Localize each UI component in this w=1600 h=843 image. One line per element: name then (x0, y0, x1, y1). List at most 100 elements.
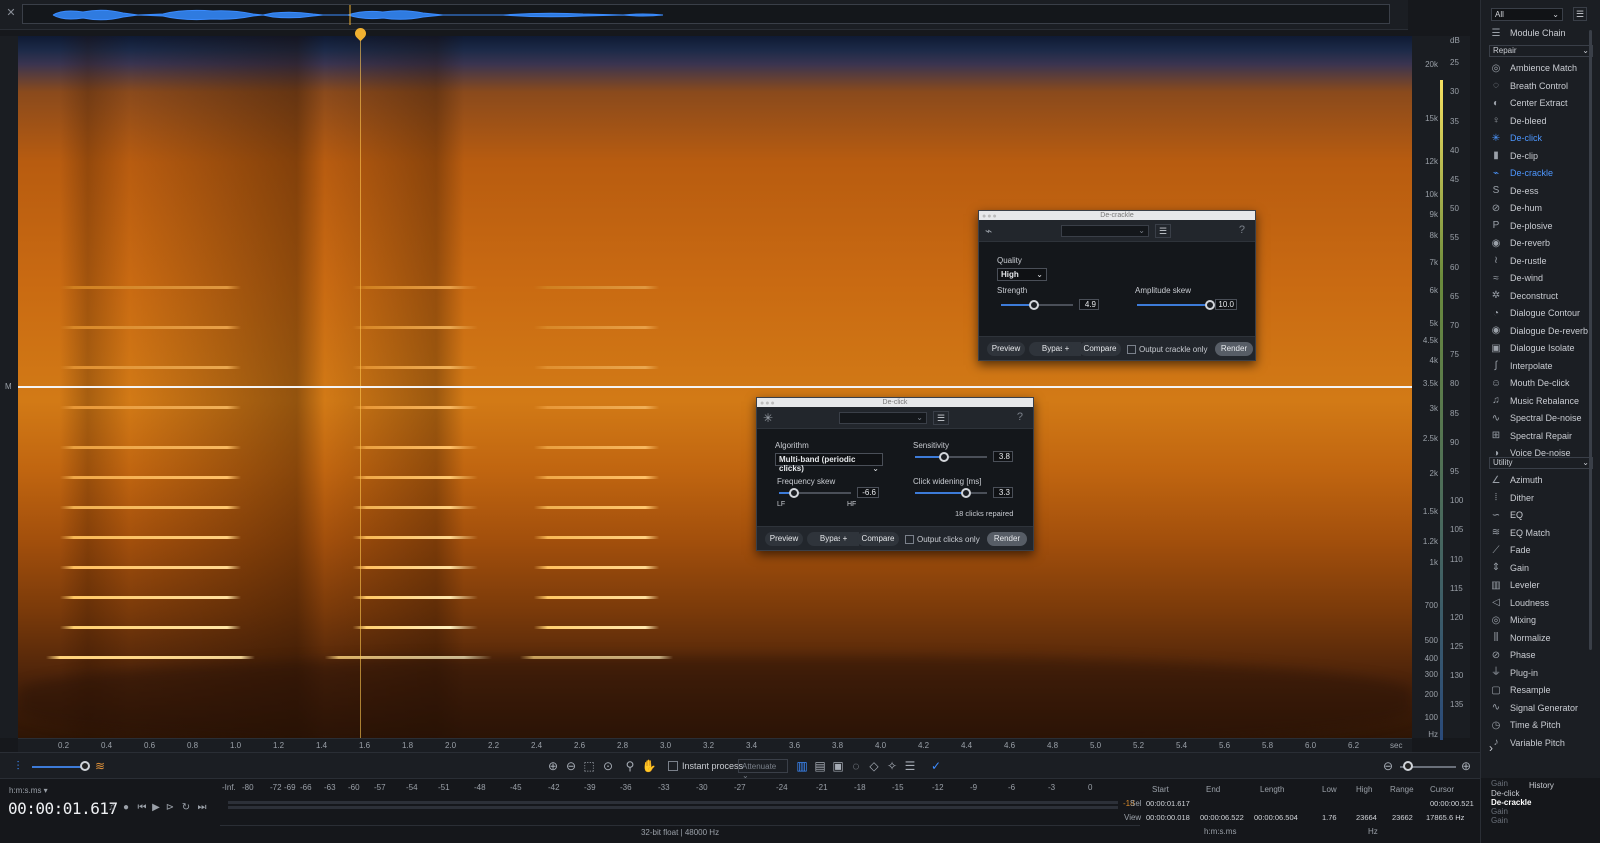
module-item-leveler[interactable]: ▥ Leveler (1489, 577, 1593, 594)
headphones-icon[interactable]: ♫ (106, 802, 118, 814)
module-item-decrackle[interactable]: ⌁ De-crackle (1489, 165, 1593, 182)
zoom-full-icon[interactable]: ⊙ (600, 758, 616, 774)
repair-section-header[interactable]: Repair ⌄ (1489, 45, 1593, 57)
render-button[interactable]: Render (1215, 342, 1253, 356)
timecode-format-dropdown[interactable]: h:m:s.ms ▾ (9, 786, 48, 795)
waveform-overview[interactable]: ✕ (0, 0, 1408, 30)
end-icon[interactable]: ⏭ (196, 802, 208, 814)
module-item-dialogue-contour[interactable]: ◔ Dialogue Contour (1489, 305, 1593, 322)
module-item-eq[interactable]: ∽ EQ (1489, 507, 1593, 524)
zoom-out-icon[interactable]: ⊖ (563, 758, 579, 774)
frequency-selection-line[interactable] (18, 386, 1412, 388)
lasso-icon[interactable]: ◌ (848, 758, 864, 774)
help-icon[interactable]: ? (1239, 224, 1245, 236)
view-high-value[interactable]: 23664 (1356, 813, 1377, 822)
preview-button[interactable]: Preview (765, 532, 803, 546)
module-item-mouth-declick[interactable]: ☺ Mouth De-click (1489, 375, 1593, 392)
preview-button[interactable]: Preview (987, 342, 1025, 356)
quality-dropdown[interactable]: High ⌄ (997, 268, 1047, 281)
strength-value[interactable]: 4.9 (1079, 299, 1099, 310)
time-ruler[interactable]: 0.2 0.4 0.6 0.8 1.0 1.2 1.4 1.6 1.8 2.0 … (18, 738, 1412, 752)
module-item-ambience[interactable]: ◎ Ambience Match (1489, 60, 1593, 77)
waveform-view-icon[interactable]: ⫶ (10, 758, 26, 774)
help-icon[interactable]: ? (1017, 411, 1023, 423)
preset-menu-icon[interactable]: ☰ (1155, 224, 1171, 238)
module-item-deconstruct[interactable]: ✲ Deconstruct (1489, 288, 1593, 305)
blend-slider-knob[interactable] (80, 761, 90, 771)
magic-wand-icon[interactable]: ✧ (884, 758, 900, 774)
module-item-gain[interactable]: ⇕ Gain (1489, 560, 1593, 577)
module-item-deplosive[interactable]: P De-plosive (1489, 218, 1593, 235)
sensitivity-value[interactable]: 3.8 (993, 451, 1013, 462)
brush-icon[interactable]: ◇ (866, 758, 882, 774)
module-item-center[interactable]: ◐ Center Extract (1489, 95, 1593, 112)
frequency-skew-slider[interactable] (779, 488, 851, 498)
module-item-plugin[interactable]: ⏚ Plug-in (1489, 665, 1593, 682)
bypass-button[interactable]: Bypass (1029, 342, 1081, 356)
module-item-azimuth[interactable]: ∠ Azimuth (1489, 472, 1593, 489)
module-item-dialogue-dereverb[interactable]: ◉ Dialogue De-reverb (1489, 323, 1593, 340)
panel-menu-icon[interactable]: ☰ (1573, 7, 1587, 21)
amplitude-skew-slider[interactable] (1137, 300, 1215, 310)
spectrogram-view-icon[interactable]: ≋ (92, 758, 108, 774)
compare-button[interactable]: Compare (857, 532, 899, 546)
frequency-axis[interactable]: 20k 15k 12k 10k 9k 8k 7k 6k 5k 4.5k 4k 3… (1412, 36, 1442, 739)
module-item-music-rebalance[interactable]: ♫ Music Rebalance (1489, 393, 1593, 410)
algorithm-dropdown[interactable]: Multi-band (periodic clicks) ⌄ (775, 453, 883, 473)
zoom-in-horizontal-icon[interactable]: ⊕ (1458, 758, 1474, 774)
history-item[interactable]: De-click (1491, 789, 1519, 798)
module-item-dereverb[interactable]: ◉ De-reverb (1489, 235, 1593, 252)
declick-titlebar[interactable]: ●●● De-click (757, 398, 1033, 407)
strength-knob[interactable] (1029, 300, 1039, 310)
record-icon[interactable]: ● (120, 802, 132, 814)
instant-process-checkbox[interactable] (668, 761, 678, 771)
db-axis[interactable]: dB 25 30 35 40 45 50 55 60 65 70 75 80 8… (1442, 36, 1470, 738)
click-widening-slider[interactable] (915, 488, 987, 498)
hand-tool-icon[interactable]: ✋ (641, 758, 657, 774)
view-range-value[interactable]: 23662 (1392, 813, 1413, 822)
decrackle-window[interactable]: ●●● De-crackle ⌁ ⌄ ☰ ? Quality High ⌄ Stre… (978, 210, 1256, 361)
module-item-dialogue-isolate[interactable]: ▣ Dialogue Isolate (1489, 340, 1593, 357)
module-item-interpolate[interactable]: ∫ Interpolate (1489, 358, 1593, 375)
module-item-spectral-repair[interactable]: ⊞ Spectral Repair (1489, 428, 1593, 445)
view-start-value[interactable]: 00:00:00.018 (1146, 813, 1190, 822)
module-item-eq-match[interactable]: ≋ EQ Match (1489, 525, 1593, 542)
history-item[interactable]: Gain (1491, 816, 1508, 825)
decrackle-titlebar[interactable]: ●●● De-crackle (979, 211, 1255, 220)
find-similar-icon[interactable]: ✓ (928, 758, 944, 774)
click-widening-value[interactable]: 3.3 (993, 487, 1013, 498)
sel-start-value[interactable]: 00:00:01.617 (1146, 799, 1190, 808)
module-item-loudness[interactable]: ◁ Loudness (1489, 595, 1593, 612)
module-item-dither[interactable]: ⦙ Dither (1489, 490, 1593, 507)
preset-menu-icon[interactable]: ☰ (933, 411, 949, 425)
time-frequency-selection-icon[interactable]: ▣ (830, 758, 846, 774)
zoom-in-icon[interactable]: ⊕ (545, 758, 561, 774)
view-end-value[interactable]: 00:00:06.522 (1200, 813, 1244, 822)
module-item-signal-generator[interactable]: ∿ Signal Generator (1489, 700, 1593, 717)
loop-icon[interactable]: ↻ (180, 802, 192, 814)
render-button[interactable]: Render (987, 532, 1027, 546)
overview-track[interactable] (22, 4, 1390, 25)
horizontal-zoom-knob[interactable] (1403, 761, 1413, 771)
play-icon[interactable]: ▶ (150, 802, 162, 814)
module-item-derustle[interactable]: ≀ De-rustle (1489, 253, 1593, 270)
module-item-normalize[interactable]: ⫼ Normalize (1489, 630, 1593, 647)
output-crackle-only-checkbox[interactable] (1127, 345, 1136, 354)
time-selection-icon[interactable]: ▥ (794, 758, 810, 774)
declick-window[interactable]: ●●● De-click ✳ ⌄ ☰ ? Algorithm Multi-band… (756, 397, 1034, 551)
rewind-icon[interactable]: ⏮ (136, 802, 148, 814)
frequency-skew-knob[interactable] (789, 488, 799, 498)
module-item-phase[interactable]: ⊘ Phase (1489, 647, 1593, 664)
zoom-out-horizontal-icon[interactable]: ⊖ (1380, 758, 1396, 774)
module-item-dewind[interactable]: ≈ De-wind (1489, 270, 1593, 287)
strength-slider[interactable] (1001, 300, 1073, 310)
module-item-spectral-denoise[interactable]: ∿ Spectral De-noise (1489, 410, 1593, 427)
attenuate-dropdown[interactable]: Attenuate ⌄ (738, 759, 788, 780)
module-filter-dropdown[interactable]: All ⌄ (1491, 8, 1563, 21)
module-item-breath[interactable]: ◌ Breath Control (1489, 78, 1593, 95)
sensitivity-slider[interactable] (915, 452, 987, 462)
harmonics-icon[interactable]: ☰ (902, 758, 918, 774)
expand-panel-icon[interactable]: › (1489, 740, 1593, 757)
output-clicks-only-checkbox[interactable] (905, 535, 914, 544)
view-low-value[interactable]: 1.76 (1322, 813, 1337, 822)
